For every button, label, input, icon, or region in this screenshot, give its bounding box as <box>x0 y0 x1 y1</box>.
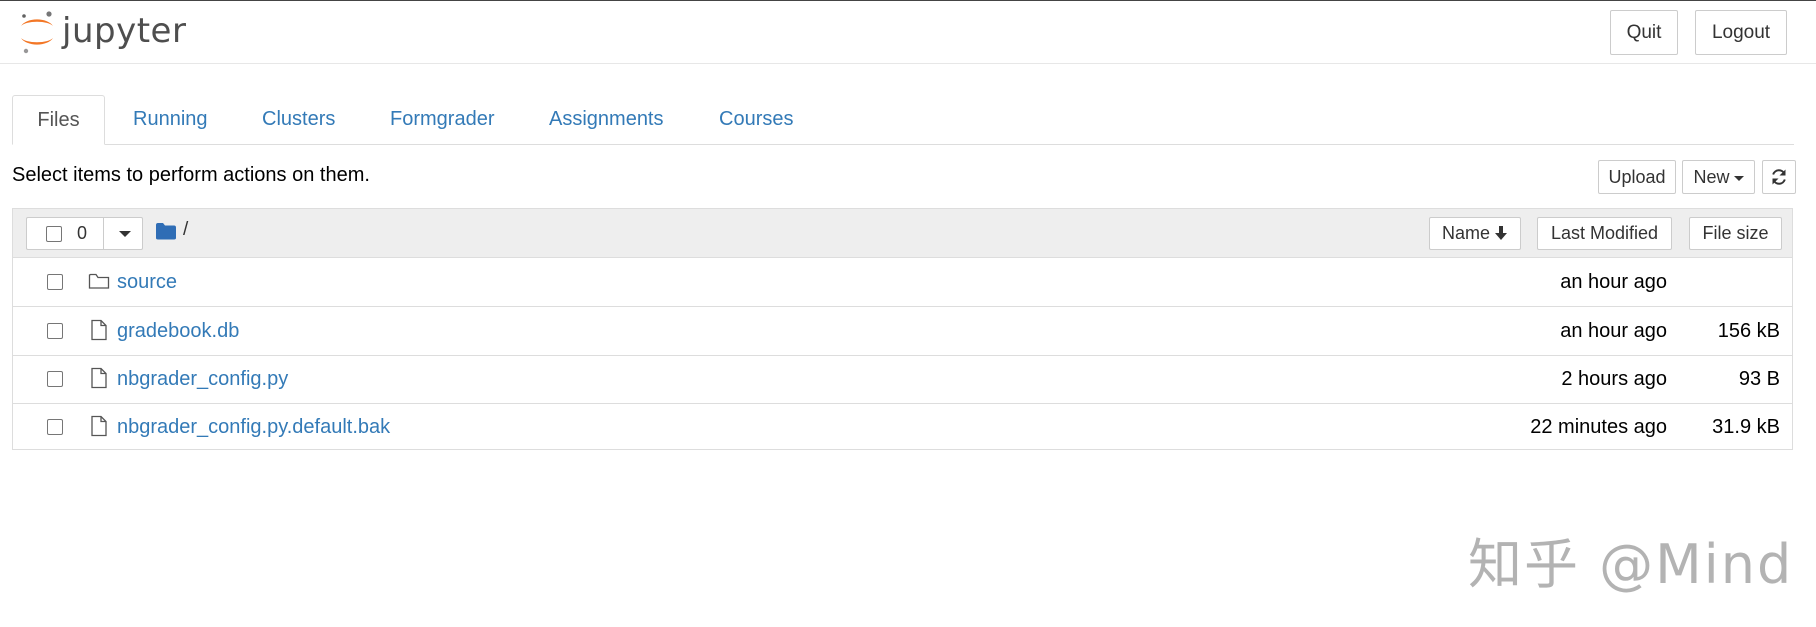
name-column-label: Name <box>1441 223 1490 243</box>
logo-text: jupyter <box>62 11 187 51</box>
sort-by-name-button[interactable]: Name <box>1429 217 1521 250</box>
file-name-link[interactable]: nbgrader_config.py <box>117 368 288 391</box>
last-modified: 22 minutes ago <box>1530 416 1667 438</box>
refresh-button[interactable] <box>1762 160 1796 194</box>
watermark-text: 知乎 @Mind <box>1468 533 1794 596</box>
quit-button[interactable]: Quit <box>1610 10 1678 55</box>
file-name-link[interactable]: source <box>117 271 177 294</box>
logout-button[interactable]: Logout <box>1695 10 1787 55</box>
selection-hint: Select items to perform actions on them. <box>12 164 370 186</box>
select-all-checkbox[interactable] <box>46 226 62 242</box>
breadcrumb-root[interactable]: / <box>183 219 188 241</box>
file-icon <box>91 367 107 389</box>
selected-count: 0 <box>77 223 88 243</box>
select-group-divider <box>103 218 104 249</box>
row-checkbox[interactable] <box>47 371 63 387</box>
jupyter-logo[interactable]: jupyter <box>18 9 188 55</box>
file-icon <box>91 319 107 341</box>
new-button-label: New <box>1693 167 1730 187</box>
file-icon <box>91 415 107 437</box>
tab-clusters[interactable]: Clusters <box>262 95 335 144</box>
caret-down-icon <box>1733 175 1744 181</box>
upload-button[interactable]: Upload <box>1598 160 1676 194</box>
sort-by-last-modified-button[interactable]: Last Modified <box>1537 217 1672 250</box>
table-row[interactable]: nbgrader_config.py 2 hours ago 93 B <box>13 355 1792 404</box>
table-row[interactable]: source an hour ago <box>13 258 1792 307</box>
file-size: 93 B <box>1738 368 1780 390</box>
breadcrumb-folder-icon[interactable] <box>156 222 176 240</box>
tab-formgrader[interactable]: Formgrader <box>390 95 494 144</box>
sort-by-file-size-button[interactable]: File size <box>1689 217 1782 250</box>
jupyter-logo-icon <box>21 11 53 54</box>
tab-bar: Files Running Clusters Formgrader Assign… <box>12 95 1794 145</box>
row-checkbox[interactable] <box>47 274 63 290</box>
row-checkbox[interactable] <box>47 323 63 339</box>
table-row[interactable]: gradebook.db an hour ago 156 kB <box>13 307 1792 356</box>
file-name-link[interactable]: gradebook.db <box>117 320 239 343</box>
file-size: 156 kB <box>1717 320 1780 342</box>
row-checkbox[interactable] <box>47 419 63 435</box>
tab-courses[interactable]: Courses <box>719 95 793 144</box>
file-name-link[interactable]: nbgrader_config.py.default.bak <box>117 416 390 439</box>
folder-icon <box>88 273 110 289</box>
tab-assignments[interactable]: Assignments <box>549 95 664 144</box>
new-dropdown-button[interactable]: New <box>1682 160 1755 194</box>
file-list-header: 0 / Name Last Modified File size <box>13 209 1792 258</box>
tab-running[interactable]: Running <box>133 95 208 144</box>
arrow-down-icon <box>1495 226 1507 240</box>
file-size: 31.9 kB <box>1712 416 1780 438</box>
last-modified: an hour ago <box>1560 320 1667 342</box>
select-menu-caret-icon[interactable] <box>119 231 131 237</box>
tab-files[interactable]: Files <box>12 95 105 145</box>
last-modified: 2 hours ago <box>1561 368 1667 390</box>
refresh-icon <box>1772 169 1786 185</box>
file-list: 0 / Name Last Modified File size source … <box>12 208 1793 450</box>
select-all-group[interactable]: 0 <box>26 217 143 250</box>
header: jupyter Quit Logout <box>0 1 1816 64</box>
table-row[interactable]: nbgrader_config.py.default.bak 22 minute… <box>13 403 1792 451</box>
last-modified: an hour ago <box>1560 271 1667 293</box>
